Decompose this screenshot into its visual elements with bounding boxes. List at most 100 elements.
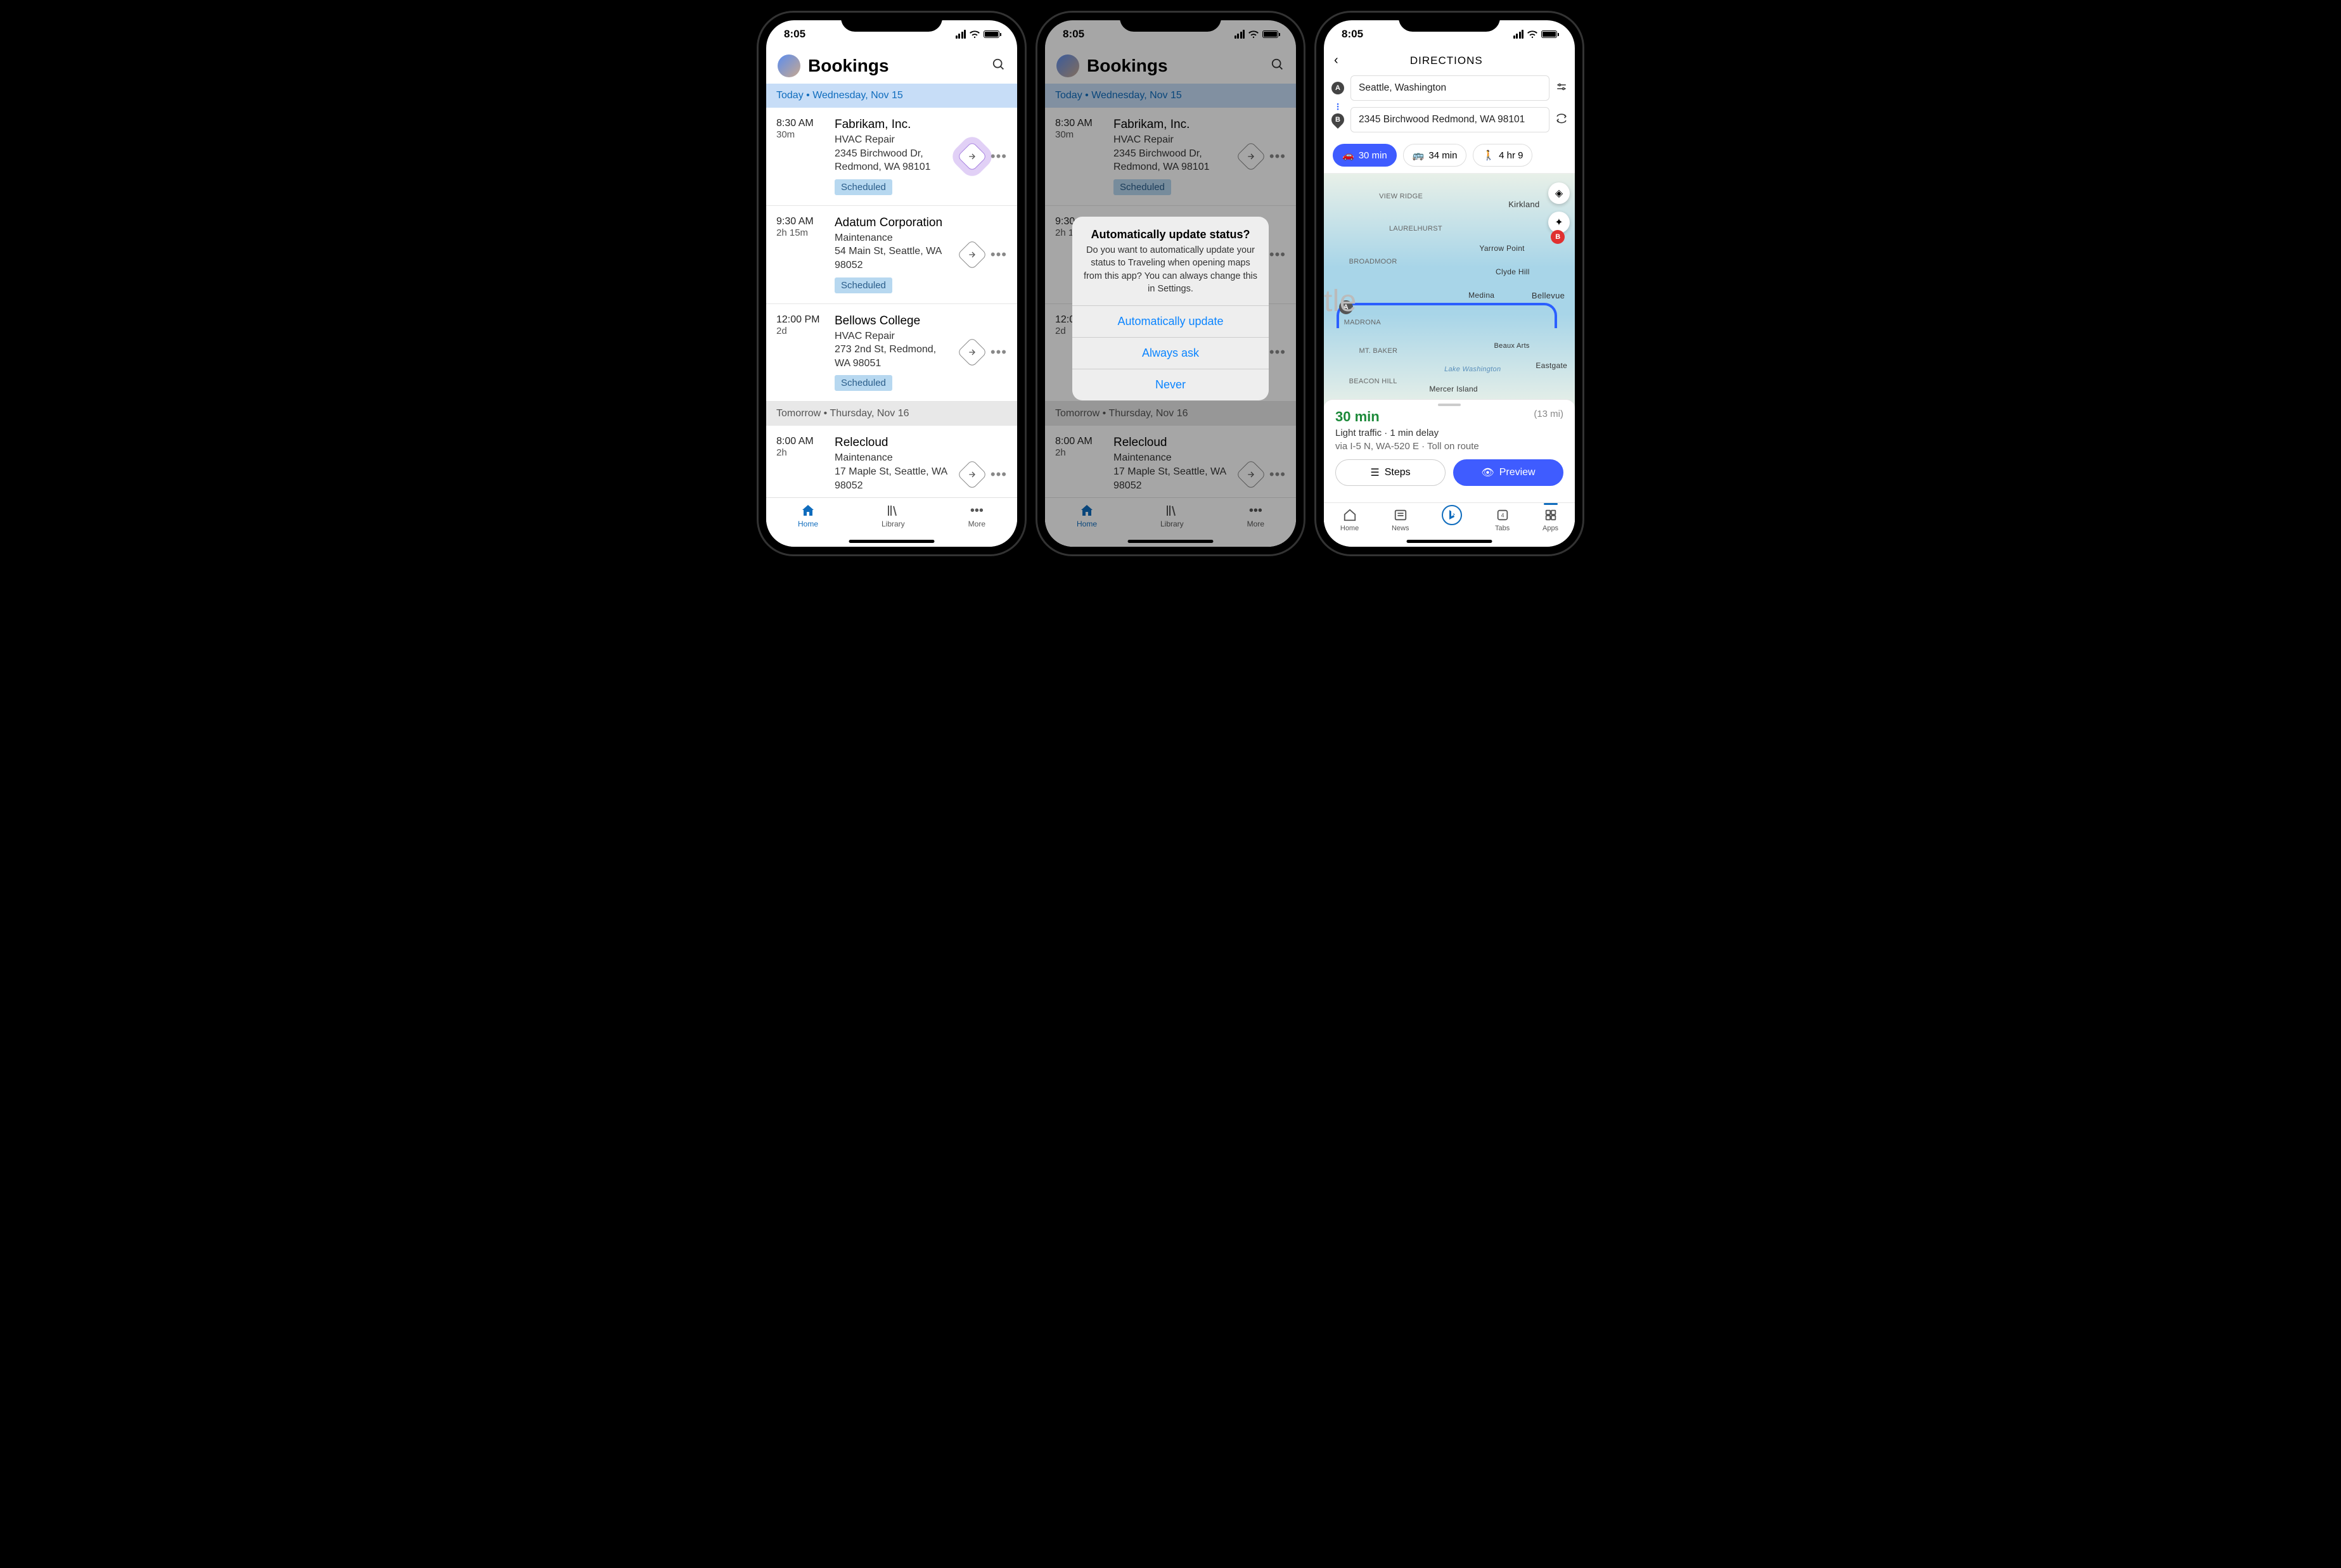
map-label: MT. BAKER xyxy=(1359,347,1397,355)
signal-icon xyxy=(1513,30,1524,39)
mode-duration: 34 min xyxy=(1428,150,1457,161)
map-label: LAURELHURST xyxy=(1389,225,1442,233)
steps-button[interactable]: ☰Steps xyxy=(1335,459,1446,486)
status-bar: 8:05 xyxy=(766,20,1017,48)
home-indicator[interactable] xyxy=(849,540,935,543)
destination-field[interactable]: 2345 Birchwood Redmond, WA 98101 xyxy=(1350,107,1549,132)
mode-transit[interactable]: 🚌34 min xyxy=(1403,144,1467,167)
eye-icon: 👁 xyxy=(1481,466,1494,479)
map-label: Clyde Hill xyxy=(1496,267,1530,276)
map-label: BEACON HILL xyxy=(1349,378,1397,385)
booking-subtitle: HVAC Repair xyxy=(835,133,952,147)
alert-auto-update-button[interactable]: Automatically update xyxy=(1072,305,1269,337)
car-icon: 🚗 xyxy=(1342,150,1354,161)
booking-duration: 30m xyxy=(776,129,826,140)
booking-item[interactable]: 8:30 AM30m Fabrikam, Inc. HVAC Repair 23… xyxy=(766,108,1017,206)
home-indicator[interactable] xyxy=(1128,540,1214,543)
map-label: VIEW RIDGE xyxy=(1379,193,1423,200)
swap-icon[interactable] xyxy=(1556,113,1567,127)
map-label: Eastgate xyxy=(1536,361,1567,370)
booking-time: 8:30 AM xyxy=(776,118,826,129)
tab-label: Tabs xyxy=(1495,525,1510,532)
more-icon[interactable]: ••• xyxy=(991,246,1007,263)
btab-apps[interactable]: Apps xyxy=(1542,507,1558,547)
status-time: 8:05 xyxy=(784,28,805,41)
header: Bookings xyxy=(766,48,1017,84)
directions-button[interactable] xyxy=(957,337,987,367)
tab-home[interactable]: Home xyxy=(798,503,818,547)
directions-content: ‹ DIRECTIONS A Seattle, Washington ●●● B… xyxy=(1324,48,1575,547)
booking-subtitle: HVAC Repair xyxy=(835,329,952,343)
status-badge: Scheduled xyxy=(835,375,892,391)
phone-bookings: 8:05 Bookings Today • Wednesday, Nov 15 … xyxy=(759,13,1025,554)
tabs-icon: 4 xyxy=(1496,508,1510,522)
page-title: DIRECTIONS xyxy=(1344,54,1549,67)
battery-icon xyxy=(984,30,999,38)
mode-duration: 4 hr 9 xyxy=(1499,150,1523,161)
origin-field[interactable]: Seattle, Washington xyxy=(1350,75,1549,101)
button-label: Preview xyxy=(1499,467,1536,478)
btab-home[interactable]: Home xyxy=(1340,507,1359,547)
booking-address: WA 98051 xyxy=(835,357,952,371)
avatar[interactable] xyxy=(778,54,800,77)
booking-address: 98052 xyxy=(835,258,952,272)
alert-always-ask-button[interactable]: Always ask xyxy=(1072,337,1269,369)
alert-message: Do you want to automatically update your… xyxy=(1072,244,1269,305)
tab-more[interactable]: •••More xyxy=(968,503,985,547)
mode-duration: 30 min xyxy=(1359,150,1387,161)
date-header-today: Today • Wednesday, Nov 15 xyxy=(766,84,1017,108)
origin-pin-icon: A xyxy=(1331,82,1344,94)
directions-button[interactable] xyxy=(957,459,987,490)
status-time: 8:05 xyxy=(1342,28,1363,41)
library-icon xyxy=(885,503,901,518)
directions-button[interactable] xyxy=(957,239,987,270)
tab-label: Home xyxy=(1340,525,1359,532)
wifi-icon xyxy=(969,30,980,39)
booking-title: Adatum Corporation xyxy=(835,216,952,230)
route-traffic: Light traffic · 1 min delay xyxy=(1335,428,1563,438)
directions-button[interactable] xyxy=(957,141,987,172)
wifi-icon xyxy=(1527,30,1538,39)
battery-icon xyxy=(1541,30,1557,38)
more-icon[interactable]: ••• xyxy=(991,148,1007,165)
more-icon[interactable]: ••• xyxy=(991,466,1007,483)
bing-icon xyxy=(1442,505,1462,525)
alert-dialog: Automatically update status? Do you want… xyxy=(1072,217,1269,400)
back-icon[interactable]: ‹ xyxy=(1334,53,1338,68)
tab-label: Library xyxy=(882,519,905,528)
map-label: Bellevue xyxy=(1532,291,1565,300)
map-view[interactable]: ◈ ✦ A B VIEW RIDGE Kirkland LAURELHURST … xyxy=(1324,174,1575,408)
map-label: Lake Washington xyxy=(1444,366,1501,373)
home-icon xyxy=(1343,508,1357,522)
layers-icon[interactable]: ◈ xyxy=(1548,182,1570,204)
mode-car[interactable]: 🚗 30 min xyxy=(1333,144,1397,167)
map-label: tle xyxy=(1324,284,1357,319)
phone-bookings-alert: 8:05 Bookings Today • Wednesday, Nov 15 … xyxy=(1037,13,1304,554)
button-label: Steps xyxy=(1385,467,1411,478)
booking-item[interactable]: 12:00 PM2d Bellows College HVAC Repair 2… xyxy=(766,304,1017,402)
bookings-content: Bookings Today • Wednesday, Nov 15 8:30 … xyxy=(766,48,1017,497)
btab-tabs[interactable]: 4 Tabs xyxy=(1495,507,1510,547)
map-label: BROADMOOR xyxy=(1349,258,1397,265)
status-bar: 8:05 xyxy=(1324,20,1575,48)
phone-directions: 8:05 ‹ DIRECTIONS A Seattle, Washington … xyxy=(1316,13,1582,554)
walk-icon: 🚶 xyxy=(1482,150,1494,161)
tab-label: More xyxy=(968,519,985,528)
alert-never-button[interactable]: Never xyxy=(1072,369,1269,400)
mode-walk[interactable]: 🚶 4 hr 9 xyxy=(1473,144,1532,167)
settings-icon[interactable] xyxy=(1556,81,1567,96)
preview-button[interactable]: 👁 Preview xyxy=(1453,459,1563,486)
booking-address: 2345 Birchwood Dr, xyxy=(835,147,952,161)
booking-duration: 2h xyxy=(776,447,826,458)
booking-address: 273 2nd St, Redmond, xyxy=(835,343,952,357)
map-label: Medina xyxy=(1468,291,1494,300)
search-icon[interactable] xyxy=(992,58,1006,75)
travel-modes: 🚗 30 min 🚌34 min 🚶 4 hr 9 xyxy=(1324,141,1575,174)
bus-icon: 🚌 xyxy=(1413,150,1425,161)
booking-subtitle: Maintenance xyxy=(835,451,952,465)
booking-address: 17 Maple St, Seattle, WA xyxy=(835,465,952,479)
more-icon[interactable]: ••• xyxy=(991,344,1007,360)
booking-item[interactable]: 9:30 AM2h 15m Adatum Corporation Mainten… xyxy=(766,206,1017,304)
home-indicator[interactable] xyxy=(1407,540,1492,543)
booking-item[interactable]: 8:00 AM2h Relecloud Maintenance 17 Maple… xyxy=(766,426,1017,497)
